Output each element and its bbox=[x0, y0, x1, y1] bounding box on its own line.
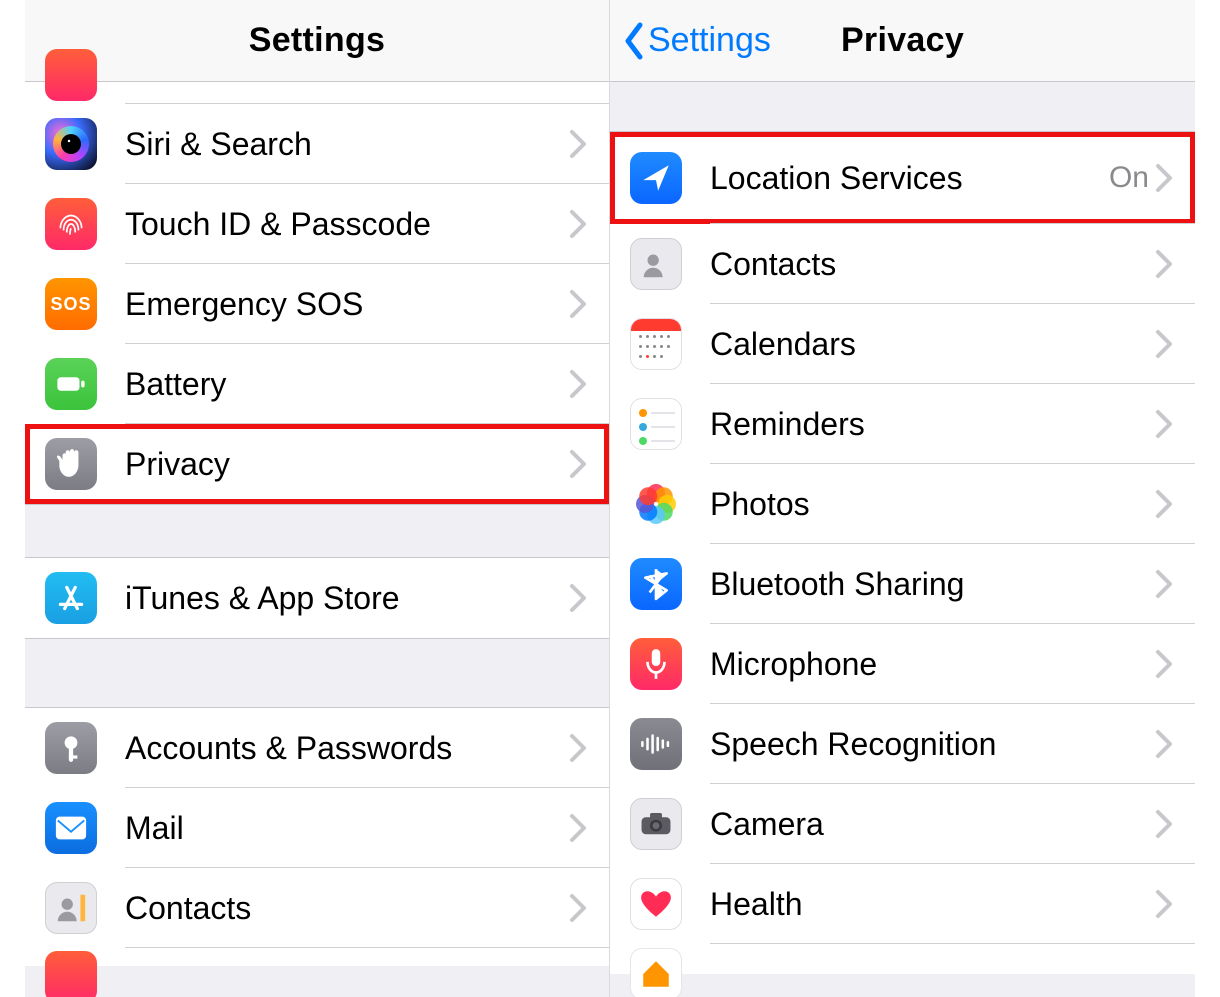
row-privacy[interactable]: Privacy bbox=[25, 424, 609, 504]
row-health[interactable]: Health bbox=[610, 864, 1195, 944]
chevron-right-icon bbox=[569, 369, 587, 399]
row-label: Contacts bbox=[125, 890, 569, 927]
key-icon bbox=[45, 722, 97, 774]
settings-group-1: Siri & Search Touch ID & Passcode bbox=[25, 82, 609, 504]
row-label: Camera bbox=[710, 806, 1155, 843]
chevron-right-icon bbox=[569, 893, 587, 923]
sos-icon: SOS bbox=[45, 278, 97, 330]
bluetooth-icon bbox=[630, 558, 682, 610]
row-label: Calendars bbox=[710, 326, 1155, 363]
chevron-right-icon bbox=[1155, 809, 1173, 839]
page-title: Settings bbox=[249, 21, 386, 60]
chevron-right-icon bbox=[1155, 329, 1173, 359]
calendar-icon bbox=[45, 951, 97, 997]
settings-pane: Settings Siri & Search bbox=[25, 0, 610, 997]
row-label: Contacts bbox=[710, 246, 1155, 283]
row-siri[interactable]: Siri & Search bbox=[25, 104, 609, 184]
chevron-right-icon bbox=[569, 289, 587, 319]
privacy-pane: Settings Privacy Location Services On bbox=[610, 0, 1195, 997]
settings-group-3: Accounts & Passwords Mail bbox=[25, 708, 609, 966]
chevron-right-icon bbox=[569, 209, 587, 239]
chevron-right-icon bbox=[569, 813, 587, 843]
navbar-settings: Settings bbox=[25, 0, 609, 82]
calendar-icon bbox=[630, 318, 682, 370]
back-button[interactable]: Settings bbox=[622, 0, 771, 81]
row-label: Microphone bbox=[710, 646, 1155, 683]
row-contacts[interactable]: Contacts bbox=[610, 224, 1195, 304]
row-camera[interactable]: Camera bbox=[610, 784, 1195, 864]
row-label: Battery bbox=[125, 366, 569, 403]
chevron-right-icon bbox=[1155, 409, 1173, 439]
row-label: Emergency SOS bbox=[125, 286, 569, 323]
row-label: Accounts & Passwords bbox=[125, 730, 569, 767]
row-label: Privacy bbox=[125, 446, 569, 483]
mail-icon bbox=[45, 802, 97, 854]
row-label: iTunes & App Store bbox=[125, 580, 569, 617]
row-label: Bluetooth Sharing bbox=[710, 566, 1155, 603]
row-contacts[interactable]: Contacts bbox=[25, 868, 609, 948]
row-label: Location Services bbox=[710, 160, 1109, 197]
chevron-right-icon bbox=[569, 129, 587, 159]
row-value: On bbox=[1109, 161, 1149, 195]
back-label: Settings bbox=[648, 21, 771, 60]
row-accounts[interactable]: Accounts & Passwords bbox=[25, 708, 609, 788]
chevron-right-icon bbox=[1155, 729, 1173, 759]
row-sos[interactable]: SOS Emergency SOS bbox=[25, 264, 609, 344]
chevron-right-icon bbox=[569, 449, 587, 479]
chevron-right-icon bbox=[1155, 489, 1173, 519]
row-sounds[interactable] bbox=[25, 82, 609, 104]
section-gap bbox=[25, 504, 609, 558]
row-photos[interactable]: Photos bbox=[610, 464, 1195, 544]
row-label: Photos bbox=[710, 486, 1155, 523]
row-appstore[interactable]: iTunes & App Store bbox=[25, 558, 609, 638]
row-speech[interactable]: Speech Recognition bbox=[610, 704, 1195, 784]
row-label: Siri & Search bbox=[125, 126, 569, 163]
chevron-right-icon bbox=[1155, 569, 1173, 599]
chevron-right-icon bbox=[1155, 163, 1173, 193]
page-title: Privacy bbox=[841, 21, 964, 60]
settings-group-2: iTunes & App Store bbox=[25, 558, 609, 638]
row-reminders[interactable]: Reminders bbox=[610, 384, 1195, 464]
privacy-group: Location Services On Contacts bbox=[610, 132, 1195, 974]
row-label: Health bbox=[710, 886, 1155, 923]
siri-icon bbox=[45, 118, 97, 170]
contacts-icon bbox=[630, 238, 682, 290]
photos-icon bbox=[630, 478, 682, 530]
fingerprint-icon bbox=[45, 198, 97, 250]
chevron-right-icon bbox=[569, 583, 587, 613]
sounds-icon bbox=[45, 49, 97, 101]
row-label: Touch ID & Passcode bbox=[125, 206, 569, 243]
waveform-icon bbox=[630, 718, 682, 770]
home-icon bbox=[630, 948, 682, 997]
chevron-right-icon bbox=[1155, 889, 1173, 919]
chevron-left-icon bbox=[622, 21, 646, 61]
reminders-icon bbox=[630, 398, 682, 450]
row-label: Mail bbox=[125, 810, 569, 847]
section-gap bbox=[25, 638, 609, 708]
row-microphone[interactable]: Microphone bbox=[610, 624, 1195, 704]
chevron-right-icon bbox=[1155, 249, 1173, 279]
chevron-right-icon bbox=[569, 733, 587, 763]
row-location-services[interactable]: Location Services On bbox=[610, 132, 1195, 224]
row-battery[interactable]: Battery bbox=[25, 344, 609, 424]
location-arrow-icon bbox=[630, 152, 682, 204]
row-label: Speech Recognition bbox=[710, 726, 1155, 763]
row-label: Reminders bbox=[710, 406, 1155, 443]
appstore-icon bbox=[45, 572, 97, 624]
hand-icon bbox=[45, 438, 97, 490]
section-gap bbox=[610, 82, 1195, 132]
contacts-icon bbox=[45, 882, 97, 934]
camera-icon bbox=[630, 798, 682, 850]
row-touchid[interactable]: Touch ID & Passcode bbox=[25, 184, 609, 264]
row-bluetooth[interactable]: Bluetooth Sharing bbox=[610, 544, 1195, 624]
battery-icon bbox=[45, 358, 97, 410]
chevron-right-icon bbox=[1155, 649, 1173, 679]
row-peek[interactable] bbox=[25, 948, 609, 966]
row-homekit[interactable] bbox=[610, 944, 1195, 974]
heart-icon bbox=[630, 878, 682, 930]
row-calendars[interactable]: Calendars bbox=[610, 304, 1195, 384]
navbar-privacy: Settings Privacy bbox=[610, 0, 1195, 82]
microphone-icon bbox=[630, 638, 682, 690]
row-mail[interactable]: Mail bbox=[25, 788, 609, 868]
